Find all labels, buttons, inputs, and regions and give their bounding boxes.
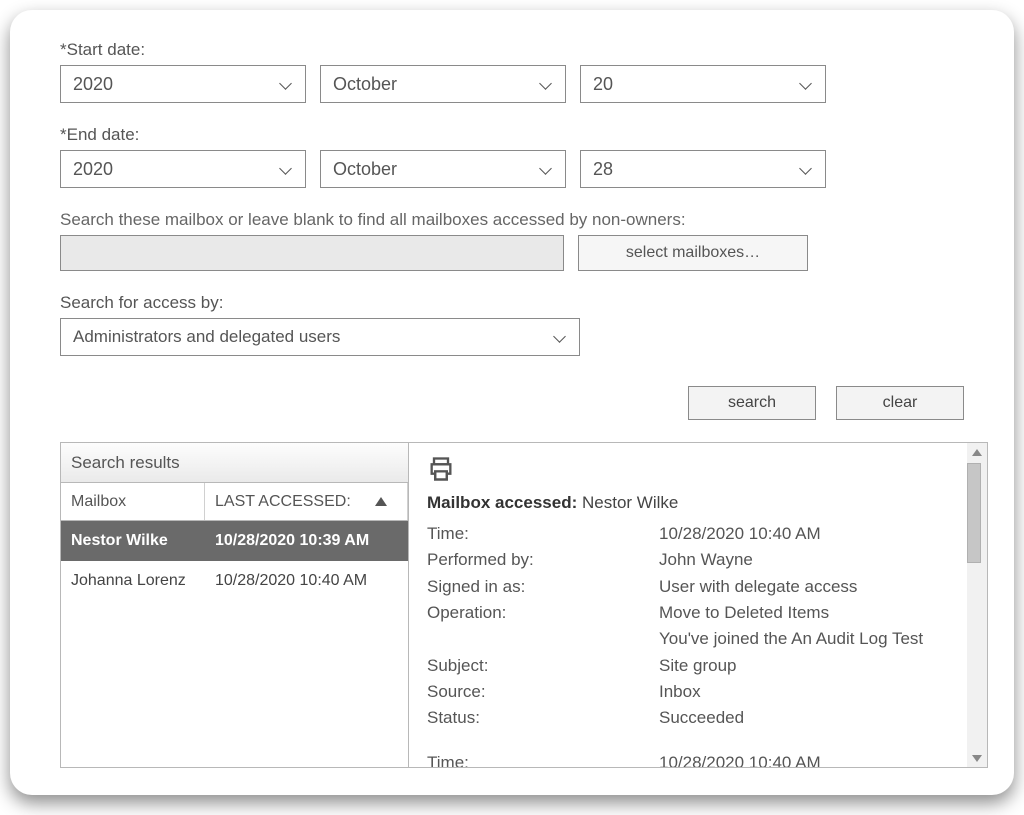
access-by-label: Search for access by: [60, 293, 964, 313]
end-month-value: October [333, 159, 397, 180]
detail-key [427, 626, 659, 652]
chevron-down-icon [279, 77, 293, 91]
results-title: Search results [61, 443, 408, 483]
detail-fields: Time:10/28/2020 10:40 AMPerformed by:Joh… [427, 521, 949, 732]
mailbox-input[interactable] [60, 235, 564, 271]
end-month-select[interactable]: October [320, 150, 566, 188]
scroll-down-button[interactable] [969, 749, 985, 765]
detail-header-value: Nestor Wilke [582, 493, 678, 512]
detail-body: Mailbox accessed: Nestor Wilke Time:10/2… [409, 443, 967, 767]
results-list-pane: Search results Mailbox LAST ACCESSED: Ne… [61, 443, 409, 767]
detail-value: Site group [659, 653, 949, 679]
results-detail-pane: Mailbox accessed: Nestor Wilke Time:10/2… [409, 443, 987, 767]
row-last-accessed: 10/28/2020 10:40 AM [205, 572, 408, 590]
end-year-select[interactable]: 2020 [60, 150, 306, 188]
select-mailboxes-button[interactable]: select mailboxes… [578, 235, 808, 271]
results-column-headers: Mailbox LAST ACCESSED: [61, 483, 408, 521]
end-year-value: 2020 [73, 159, 113, 180]
end-day-value: 28 [593, 159, 613, 180]
detail-row: Performed by:John Wayne [427, 547, 949, 573]
start-month-select[interactable]: October [320, 65, 566, 103]
access-by-value: Administrators and delegated users [73, 327, 340, 347]
col-mailbox-header[interactable]: Mailbox [61, 483, 205, 520]
start-date-label: *Start date: [60, 40, 964, 60]
detail-row: Signed in as:User with delegate access [427, 574, 949, 600]
detail-key: Status: [427, 705, 659, 731]
detail-key: Source: [427, 679, 659, 705]
results-list: Nestor Wilke10/28/2020 10:39 AMJohanna L… [61, 521, 408, 767]
chevron-down-icon [539, 77, 553, 91]
detail-extra-val: 10/28/2020 10:40 AM [659, 750, 949, 767]
detail-row: Time:10/28/2020 10:40 AM [427, 521, 949, 547]
start-month-value: October [333, 74, 397, 95]
detail-row: Status:Succeeded [427, 705, 949, 731]
detail-extra-row: Time: 10/28/2020 10:40 AM [427, 750, 949, 767]
detail-extra-key: Time: [427, 750, 659, 767]
scroll-thumb[interactable] [967, 463, 981, 563]
start-day-value: 20 [593, 74, 613, 95]
col-last-accessed-header[interactable]: LAST ACCESSED: [205, 483, 408, 520]
search-results: Search results Mailbox LAST ACCESSED: Ne… [60, 442, 988, 768]
end-day-select[interactable]: 28 [580, 150, 826, 188]
detail-row: Operation:Move to Deleted Items [427, 600, 949, 626]
start-year-select[interactable]: 2020 [60, 65, 306, 103]
row-mailbox: Johanna Lorenz [61, 572, 205, 590]
detail-value: John Wayne [659, 547, 949, 573]
start-day-select[interactable]: 20 [580, 65, 826, 103]
detail-key: Time: [427, 521, 659, 547]
sort-ascending-icon [375, 497, 387, 506]
row-mailbox: Nestor Wilke [61, 532, 205, 550]
mailbox-hint: Search these mailbox or leave blank to f… [60, 210, 964, 230]
action-row: search clear [60, 386, 964, 420]
row-last-accessed: 10/28/2020 10:39 AM [205, 532, 408, 550]
print-icon[interactable] [427, 455, 455, 483]
detail-header: Mailbox accessed: Nestor Wilke [427, 493, 949, 513]
col-mailbox-label: Mailbox [71, 493, 126, 511]
detail-value: You've joined the An Audit Log Test [659, 626, 949, 652]
detail-row: Source:Inbox [427, 679, 949, 705]
detail-key: Performed by: [427, 547, 659, 573]
results-row[interactable]: Nestor Wilke10/28/2020 10:39 AM [61, 521, 408, 561]
end-date-label: *End date: [60, 125, 964, 145]
start-date-row: 2020 October 20 [60, 65, 964, 103]
clear-button[interactable]: clear [836, 386, 964, 420]
detail-value: User with delegate access [659, 574, 949, 600]
detail-row: You've joined the An Audit Log Test [427, 626, 949, 652]
start-year-value: 2020 [73, 74, 113, 95]
chevron-down-icon [279, 162, 293, 176]
detail-value: 10/28/2020 10:40 AM [659, 521, 949, 547]
chevron-down-icon [553, 330, 567, 344]
results-row[interactable]: Johanna Lorenz10/28/2020 10:40 AM [61, 561, 408, 601]
scroll-track[interactable] [967, 461, 987, 749]
admin-audit-search-panel: *Start date: 2020 October 20 *End date: … [10, 10, 1014, 795]
chevron-down-icon [539, 162, 553, 176]
detail-key: Operation: [427, 600, 659, 626]
col-last-label: LAST ACCESSED: [215, 493, 351, 511]
mailbox-picker-row: select mailboxes… [60, 235, 964, 271]
detail-key: Signed in as: [427, 574, 659, 600]
detail-value: Succeeded [659, 705, 949, 731]
detail-scrollbar [967, 443, 987, 767]
chevron-down-icon [799, 77, 813, 91]
search-button[interactable]: search [688, 386, 816, 420]
detail-value: Move to Deleted Items [659, 600, 949, 626]
detail-row: Subject:Site group [427, 653, 949, 679]
detail-header-label: Mailbox accessed: [427, 493, 577, 512]
detail-key: Subject: [427, 653, 659, 679]
access-by-select[interactable]: Administrators and delegated users [60, 318, 580, 356]
chevron-down-icon [799, 162, 813, 176]
detail-value: Inbox [659, 679, 949, 705]
scroll-up-button[interactable] [969, 445, 985, 461]
end-date-row: 2020 October 28 [60, 150, 964, 188]
